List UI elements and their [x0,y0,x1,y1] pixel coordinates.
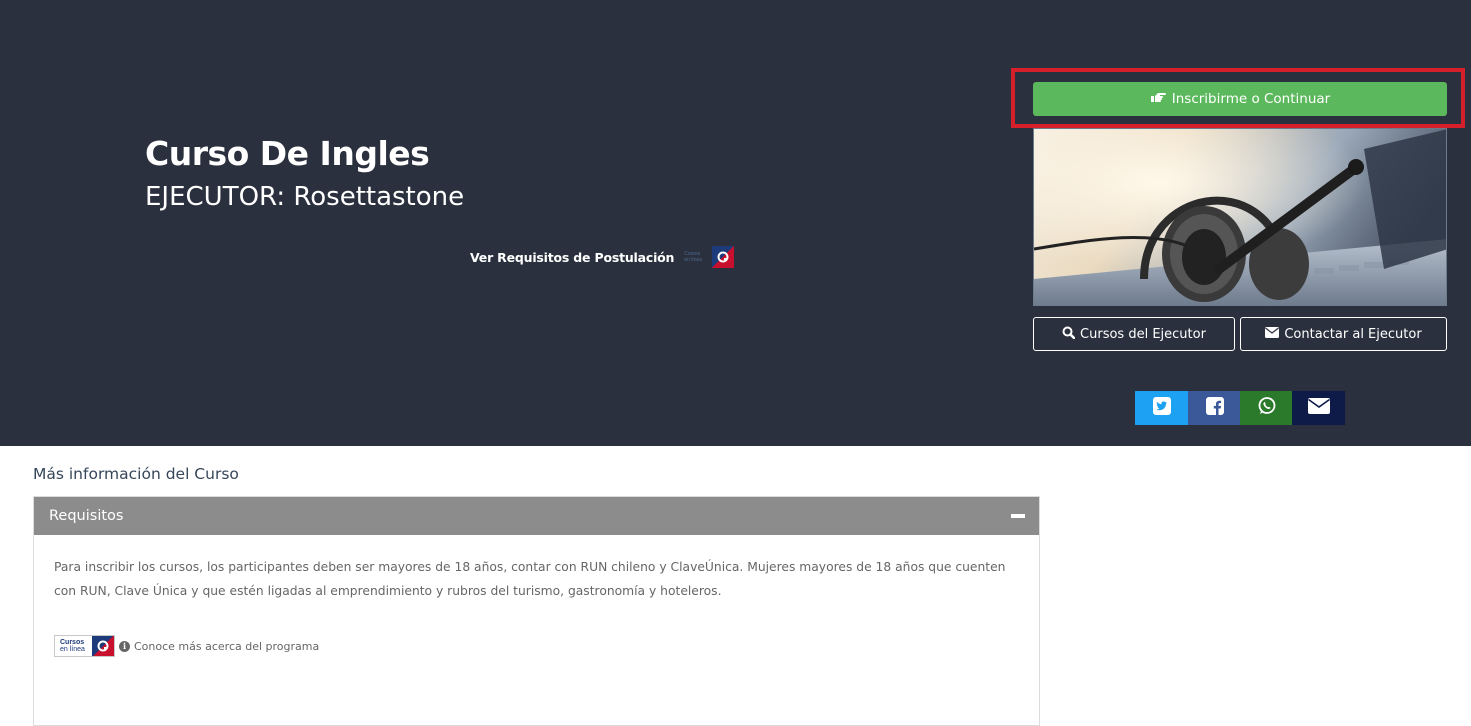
hand-pointing-icon [1150,91,1166,107]
program-info-link[interactable]: Conoce más acerca del programa [134,640,319,653]
enroll-button-label: Inscribirme o Continuar [1171,91,1331,107]
share-facebook-button[interactable] [1188,391,1241,425]
envelope-icon [1265,326,1280,342]
facebook-icon [1205,397,1224,419]
requirements-link-label: Ver Requisitos de Postulación [470,249,675,265]
course-executor: EJECUTOR: Rosettastone [145,182,465,212]
cursos-en-linea-logo: Cursos en línea [684,246,735,268]
share-twitter-button[interactable] [1135,391,1188,425]
course-image [1033,128,1447,306]
search-icon [1062,326,1076,343]
twitter-icon [1152,397,1171,419]
requirements-panel-header[interactable]: Requisitos [34,497,1039,535]
requirements-link[interactable]: Ver Requisitos de Postulación Cursos en l… [470,246,735,268]
executor-courses-button[interactable]: Cursos del Ejecutor [1033,317,1235,351]
course-title: Curso De Ingles [145,134,430,173]
badge-line-1: Cursos [60,639,85,646]
requirements-panel-title: Requisitos [49,508,124,524]
contact-executor-label: Contactar al Ejecutor [1284,326,1422,342]
share-email-button[interactable] [1292,391,1345,425]
hero-banner: Curso De Ingles EJECUTOR: Rosettastone V… [0,0,1471,446]
badge-line-2: en línea [60,646,85,653]
info-icon: i [119,640,130,652]
cursos-en-linea-logo-text: Cursos en línea [684,251,703,263]
cursos-en-linea-mark-icon [92,636,114,656]
cursos-en-linea-mark-icon [712,246,735,268]
more-info-heading: Más información del Curso [33,465,239,483]
collapse-minus-icon[interactable] [1011,514,1025,518]
requirements-panel: Requisitos Para inscribir los cursos, lo… [33,496,1040,726]
cursos-en-linea-badge-text: Cursos en línea [55,636,92,656]
cursos-en-linea-badge: Cursos en línea [54,635,115,657]
program-info-row: Cursos en línea i Conoce más acerca del … [54,635,319,657]
requirements-text: Para inscribir los cursos, los participa… [54,560,1006,598]
share-whatsapp-button[interactable] [1240,391,1293,425]
executor-courses-label: Cursos del Ejecutor [1080,326,1206,342]
envelope-icon [1307,398,1330,418]
contact-executor-button[interactable]: Contactar al Ejecutor [1240,317,1447,351]
enroll-button[interactable]: Inscribirme o Continuar [1033,82,1447,116]
whatsapp-icon [1257,396,1277,420]
requirements-panel-body: Para inscribir los cursos, los participa… [34,535,1039,623]
